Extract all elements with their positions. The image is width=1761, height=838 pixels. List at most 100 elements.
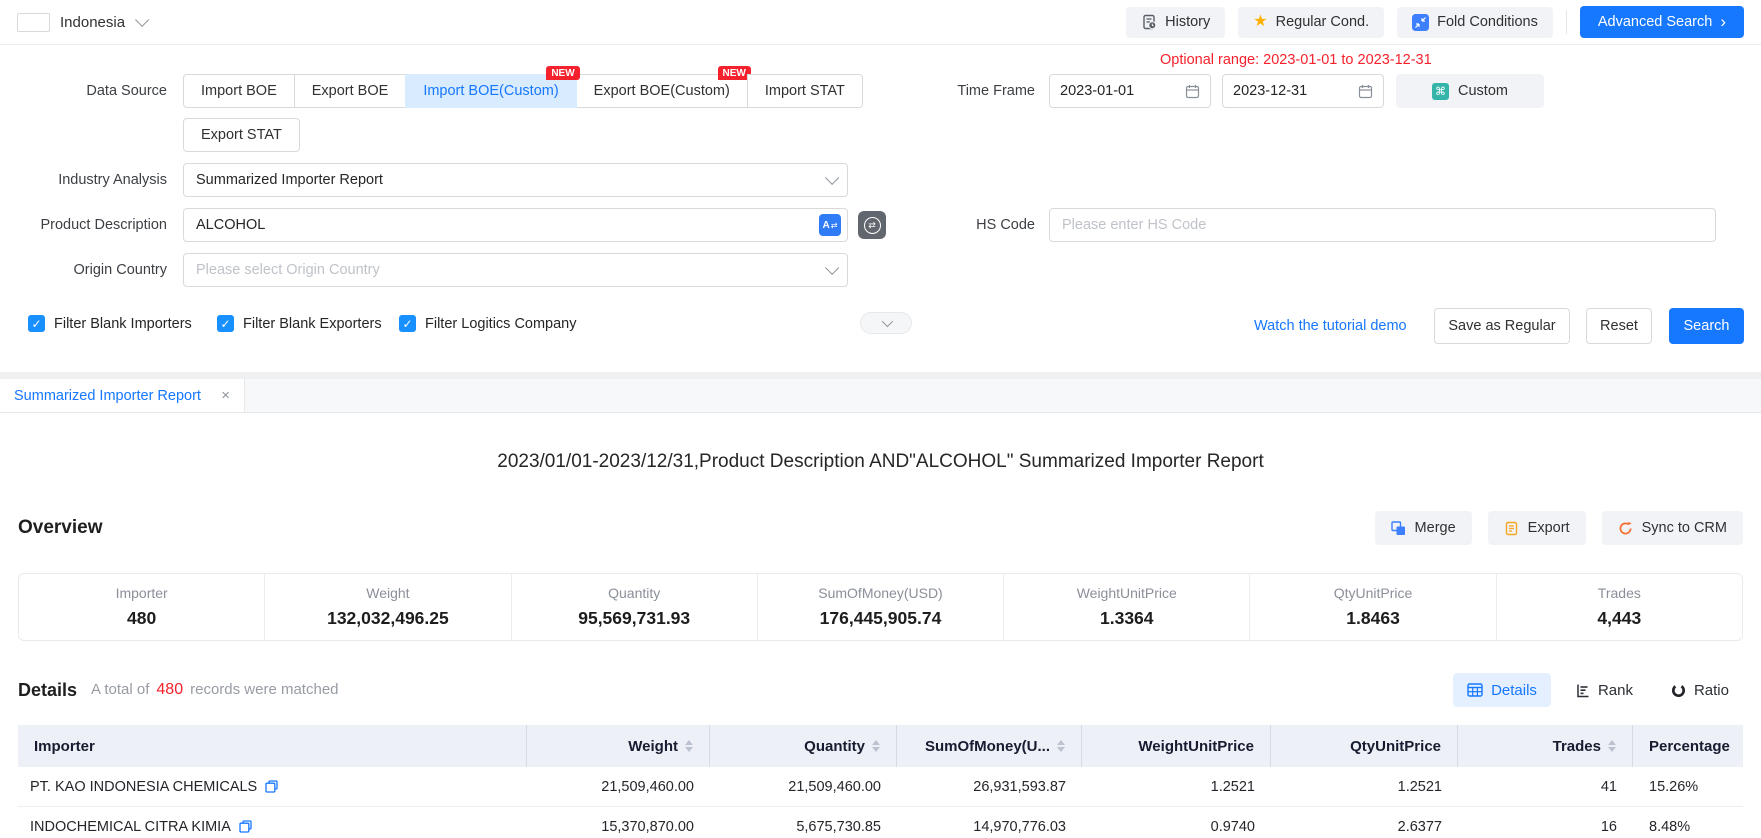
table-header: Importer Weight Quantity SumOfMoney(U...… <box>18 725 1743 767</box>
separator-band <box>0 372 1761 379</box>
origin-country-label: Origin Country <box>0 253 167 287</box>
result-tab-bar: Summarized Importer Report × <box>0 379 1761 413</box>
history-button[interactable]: History <box>1126 7 1225 38</box>
industry-analysis-label: Industry Analysis <box>0 163 167 197</box>
sync-to-crm-label: Sync to CRM <box>1642 520 1727 536</box>
sort-icon[interactable] <box>1057 740 1065 752</box>
top-bar: Indonesia History ★ Regular Cond. Fold C… <box>0 0 1761 45</box>
stat-trades: Trades4,443 <box>1496 574 1742 640</box>
product-description-input[interactable] <box>184 209 819 241</box>
checkbox-checked-icon: ✓ <box>399 315 416 332</box>
merge-button[interactable]: Merge <box>1375 511 1472 545</box>
search-panel: Data Source Import BOE Export BOE Import… <box>0 45 1761 372</box>
tutorial-link[interactable]: Watch the tutorial demo <box>1254 308 1407 344</box>
importer-name: PT. KAO INDONESIA CHEMICALS <box>30 779 257 795</box>
tab-label: Export BOE(Custom) <box>594 83 730 99</box>
company-copy-icon[interactable] <box>265 780 278 793</box>
history-label: History <box>1165 14 1210 30</box>
command-icon: ⌘ <box>1432 83 1449 100</box>
new-badge: NEW <box>546 66 579 80</box>
checkbox-filter-blank-importers[interactable]: ✓ Filter Blank Importers <box>28 315 192 332</box>
tab-export-boe-custom[interactable]: Export BOE(Custom)NEW <box>576 74 748 108</box>
view-ratio-button[interactable]: Ratio <box>1657 673 1743 707</box>
column-sum-of-money[interactable]: SumOfMoney(U... <box>897 725 1082 767</box>
column-trades[interactable]: Trades <box>1458 725 1633 767</box>
quantity-cell: 5,675,730.85 <box>710 807 897 838</box>
importer-name-cell[interactable]: PT. KAO INDONESIA CHEMICALS <box>18 767 527 806</box>
stat-weight: Weight132,032,496.25 <box>264 574 510 640</box>
origin-country-select[interactable]: Please select Origin Country <box>183 253 848 287</box>
history-icon <box>1141 14 1157 30</box>
checkbox-filter-logitics-company[interactable]: ✓ Filter Logitics Company <box>399 315 577 332</box>
product-description-field: A ⇄ <box>183 208 848 242</box>
importer-name-cell[interactable]: INDOCHEMICAL CITRA KIMIA <box>18 807 527 838</box>
report-title: 2023/01/01-2023/12/31,Product Descriptio… <box>18 451 1743 473</box>
tab-import-stat[interactable]: Import STAT <box>747 74 863 108</box>
importer-name: INDOCHEMICAL CITRA KIMIA <box>30 819 231 835</box>
translate-icon[interactable]: A ⇄ <box>819 214 841 236</box>
column-weight-unit-price: WeightUnitPrice <box>1082 725 1271 767</box>
star-icon: ★ <box>1253 14 1267 30</box>
sum-of-money-cell: 26,931,593.87 <box>897 767 1082 806</box>
table-row: INDOCHEMICAL CITRA KIMIA 15,370,870.00 5… <box>18 807 1743 838</box>
quantity-cell: 21,509,460.00 <box>710 767 897 806</box>
custom-range-button[interactable]: ⌘ Custom <box>1396 74 1544 108</box>
exchange-icon: ⇄ <box>864 217 881 234</box>
tab-import-boe-custom[interactable]: Import BOE(Custom)NEW <box>405 74 576 108</box>
save-as-regular-button[interactable]: Save as Regular <box>1434 308 1570 344</box>
tab-import-boe[interactable]: Import BOE <box>183 74 295 108</box>
reset-button[interactable]: Reset <box>1586 308 1652 344</box>
regular-cond-button[interactable]: ★ Regular Cond. <box>1238 7 1384 38</box>
merge-icon <box>1391 521 1406 536</box>
checkbox-label: Filter Blank Importers <box>54 316 192 332</box>
date-to-value: 2023-12-31 <box>1233 83 1358 99</box>
search-button[interactable]: Search <box>1669 308 1744 344</box>
stat-quantity: Quantity95,569,731.93 <box>511 574 757 640</box>
tab-summarized-importer-report[interactable]: Summarized Importer Report × <box>0 379 245 412</box>
new-badge: NEW <box>718 66 751 80</box>
percentage-cell: 15.26% <box>1633 767 1743 806</box>
advanced-search-button[interactable]: Advanced Search › <box>1580 6 1744 38</box>
regular-cond-label: Regular Cond. <box>1276 14 1370 30</box>
stat-sum-of-money: SumOfMoney(USD)176,445,905.74 <box>757 574 1003 640</box>
column-quantity[interactable]: Quantity <box>710 725 897 767</box>
sync-icon <box>1618 521 1633 536</box>
sort-icon[interactable] <box>1608 740 1616 752</box>
custom-label: Custom <box>1458 83 1508 99</box>
industry-analysis-select[interactable]: Summarized Importer Report <box>183 163 848 197</box>
sort-icon[interactable] <box>872 740 880 752</box>
fold-conditions-button[interactable]: Fold Conditions <box>1397 7 1553 38</box>
collapse-conditions-toggle[interactable] <box>860 312 912 334</box>
percentage-cell: 8.48% <box>1633 807 1743 838</box>
hs-code-input[interactable] <box>1049 208 1716 242</box>
close-icon[interactable]: × <box>221 387 230 404</box>
column-weight[interactable]: Weight <box>527 725 710 767</box>
view-details-label: Details <box>1491 682 1537 699</box>
tab-export-stat[interactable]: Export STAT <box>183 118 300 152</box>
swap-glyph: ⇄ <box>868 220 876 231</box>
merge-label: Merge <box>1415 520 1456 536</box>
chevron-down-icon <box>882 316 893 327</box>
date-from-input[interactable]: 2023-01-01 <box>1049 74 1211 108</box>
date-to-input[interactable]: 2023-12-31 <box>1222 74 1384 108</box>
calendar-icon <box>1358 84 1373 99</box>
tab-title: Summarized Importer Report <box>14 388 213 404</box>
weight-unit-price-cell: 1.2521 <box>1082 767 1271 806</box>
date-from-value: 2023-01-01 <box>1060 83 1185 99</box>
fold-conditions-label: Fold Conditions <box>1437 14 1538 30</box>
report-content: 2023/01/01-2023/12/31,Product Descriptio… <box>0 451 1761 838</box>
swap-glyph: ⇄ <box>831 221 838 230</box>
sync-to-crm-button[interactable]: Sync to CRM <box>1602 511 1743 545</box>
export-button[interactable]: Export <box>1488 511 1586 545</box>
sort-icon[interactable] <box>685 740 693 752</box>
company-copy-icon[interactable] <box>239 820 252 833</box>
column-qty-unit-price: QtyUnitPrice <box>1271 725 1458 767</box>
tab-label: Export BOE <box>312 83 389 99</box>
weight-unit-price-cell: 0.9740 <box>1082 807 1271 838</box>
view-details-button[interactable]: Details <box>1453 673 1551 707</box>
tab-export-boe[interactable]: Export BOE <box>294 74 407 108</box>
country-selector[interactable]: Indonesia <box>17 13 145 32</box>
data-source-label: Data Source <box>0 74 167 108</box>
view-rank-button[interactable]: Rank <box>1561 673 1647 707</box>
checkbox-filter-blank-exporters[interactable]: ✓ Filter Blank Exporters <box>217 315 382 332</box>
